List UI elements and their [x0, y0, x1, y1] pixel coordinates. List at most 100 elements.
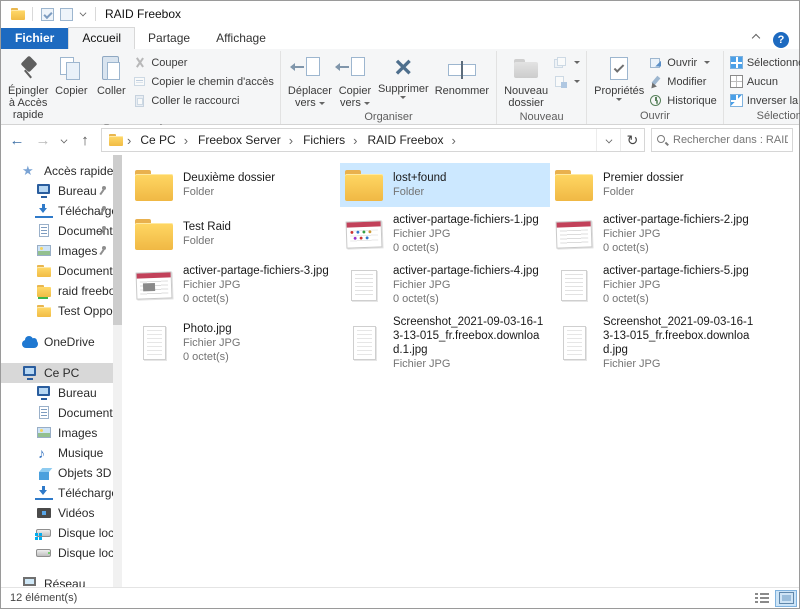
- sidebar-item[interactable]: Vidéos: [1, 503, 113, 523]
- recent-locations-button[interactable]: [57, 129, 71, 151]
- button-label: Propriétés: [594, 85, 644, 97]
- sidebar-item[interactable]: Disque local (D: [1, 543, 113, 563]
- copy-to-icon: [338, 54, 372, 84]
- button-label: Couper: [151, 57, 187, 69]
- sidebar-item[interactable]: Musique: [1, 443, 113, 463]
- file-icon: [135, 219, 173, 250]
- address-history-button[interactable]: [596, 129, 620, 151]
- ribbon-group-clipboard: Épingler à Accès rapide Copier Coller Co…: [1, 51, 281, 124]
- paste-button[interactable]: Coller: [91, 52, 131, 99]
- tab-accueil[interactable]: Accueil: [68, 27, 135, 49]
- sidebar-item[interactable]: Disque local (C: [1, 523, 113, 543]
- button-label: Ouvrir: [667, 57, 697, 69]
- sidebar-item[interactable]: Images: [1, 241, 113, 261]
- new-item-button[interactable]: [551, 54, 582, 71]
- history-button[interactable]: Historique: [647, 92, 719, 109]
- tab-partage[interactable]: Partage: [135, 28, 203, 49]
- rename-button[interactable]: Renommer: [432, 52, 492, 99]
- sidebar-item-icon: [21, 577, 39, 587]
- copy-button[interactable]: Copier: [51, 52, 91, 99]
- qat-customize-chevron-icon[interactable]: [80, 10, 87, 17]
- search-box[interactable]: [651, 128, 793, 152]
- search-input[interactable]: [673, 134, 788, 146]
- edit-button[interactable]: Modifier: [647, 73, 719, 90]
- file-tile[interactable]: activer-partage-fichiers-2.jpg Fichier J…: [550, 210, 760, 258]
- copy-to-button[interactable]: Copier vers: [335, 52, 375, 111]
- sidebar-item[interactable]: Test Oppo Ren: [1, 301, 113, 321]
- file-tile[interactable]: activer-partage-fichiers-4.jpg Fichier J…: [340, 261, 550, 309]
- file-tile[interactable]: Deuxième dossier Folder: [130, 163, 340, 207]
- file-tile[interactable]: Screenshot_2021-09-03-16-13-13-015_fr.fr…: [340, 312, 550, 374]
- sidebar-item[interactable]: Ce PC: [1, 363, 113, 383]
- move-to-icon: [293, 54, 327, 84]
- sidebar-item[interactable]: Bureau: [1, 181, 113, 201]
- paste-shortcut-button[interactable]: Coller le raccourci: [131, 92, 276, 109]
- sidebar-item[interactable]: raid freebox: [1, 281, 113, 301]
- file-icon: [556, 220, 593, 248]
- button-label: Sélectionner tout: [747, 57, 800, 69]
- refresh-button[interactable]: ↻: [620, 129, 644, 151]
- invert-selection-button[interactable]: Inverser la sélection: [728, 92, 800, 109]
- sidebar-scrollbar[interactable]: [113, 155, 122, 587]
- new-folder-button[interactable]: Nouveau dossier: [501, 52, 551, 111]
- sidebar-item[interactable]: Documents: [1, 221, 113, 241]
- sidebar-item-label: Réseau: [44, 577, 85, 587]
- group-label-new: Nouveau: [499, 111, 584, 125]
- file-tile[interactable]: Screenshot_2021-09-03-16-13-13-015_fr.fr…: [550, 312, 760, 374]
- sidebar-item[interactable]: Accès rapide: [1, 161, 113, 181]
- file-size: 0 octet(s): [393, 241, 546, 255]
- minimize-button[interactable]: [664, 1, 709, 27]
- thumbnails-view-button[interactable]: [775, 590, 797, 607]
- properties-button[interactable]: Propriétés: [591, 52, 647, 103]
- select-none-button[interactable]: Aucun: [728, 73, 800, 90]
- file-grid: Deuxième dossier Folder lost+found Folde…: [130, 163, 799, 374]
- sidebar-item[interactable]: Images: [1, 423, 113, 443]
- sidebar-item[interactable]: Réseau: [1, 574, 113, 587]
- forward-button[interactable]: →: [31, 129, 55, 151]
- breadcrumb-item[interactable]: Freebox Server ›: [191, 129, 296, 151]
- sidebar-item[interactable]: Documents: [1, 403, 113, 423]
- file-tile[interactable]: lost+found Folder: [340, 163, 550, 207]
- tab-affichage[interactable]: Affichage: [203, 28, 279, 49]
- help-button[interactable]: ?: [773, 32, 789, 48]
- sidebar-item[interactable]: Objets 3D: [1, 463, 113, 483]
- sidebar-item-icon: [35, 304, 53, 318]
- sidebar-item[interactable]: OneDrive: [1, 332, 113, 352]
- breadcrumb-item[interactable]: Fichiers ›: [296, 129, 360, 151]
- sidebar-item-icon: [35, 284, 53, 298]
- cut-button[interactable]: Couper: [131, 54, 276, 71]
- collapse-ribbon-button[interactable]: [745, 31, 767, 49]
- file-tile[interactable]: activer-partage-fichiers-5.jpg Fichier J…: [550, 261, 760, 309]
- breadcrumb-bar[interactable]: › Ce PC › Freebox Server › Fichiers: [101, 128, 645, 152]
- back-button[interactable]: ←: [5, 129, 29, 151]
- app-folder-icon: [9, 7, 27, 21]
- details-view-button[interactable]: [751, 590, 773, 607]
- delete-button[interactable]: × Supprimer: [375, 52, 432, 101]
- sidebar-item[interactable]: Documents: [1, 261, 113, 281]
- up-button[interactable]: ↑: [73, 129, 97, 151]
- sidebar-item[interactable]: Téléchargemer: [1, 483, 113, 503]
- breadcrumb-item[interactable]: RAID Freebox ›: [360, 129, 458, 151]
- close-button[interactable]: [754, 1, 799, 27]
- qat-properties-icon[interactable]: [41, 8, 54, 21]
- file-tile[interactable]: activer-partage-fichiers-1.jpg Fichier J…: [340, 210, 550, 258]
- open-button[interactable]: Ouvrir: [647, 54, 719, 71]
- copy-path-button[interactable]: Copier le chemin d'accès: [131, 73, 276, 90]
- scrollbar-thumb[interactable]: [113, 155, 122, 325]
- file-tile[interactable]: Premier dossier Folder: [550, 163, 760, 207]
- qat-new-folder-icon[interactable]: [60, 8, 73, 21]
- file-tile[interactable]: Photo.jpg Fichier JPG 0 octet(s): [130, 312, 340, 374]
- breadcrumb-item[interactable]: Ce PC ›: [133, 129, 191, 151]
- move-to-button[interactable]: Déplacer vers: [285, 52, 335, 111]
- tab-fichier[interactable]: Fichier: [1, 28, 68, 49]
- breadcrumb-label: Ce PC: [134, 133, 181, 147]
- file-tile[interactable]: activer-partage-fichiers-3.jpg Fichier J…: [130, 261, 340, 309]
- maximize-button[interactable]: [709, 1, 754, 27]
- file-tile[interactable]: Test Raid Folder: [130, 210, 340, 258]
- file-icon: [136, 271, 173, 299]
- sidebar-item[interactable]: Télécharger: [1, 201, 113, 221]
- sidebar-item[interactable]: Bureau: [1, 383, 113, 403]
- pin-to-quick-access-button[interactable]: Épingler à Accès rapide: [5, 52, 51, 123]
- easy-access-button[interactable]: [551, 73, 582, 90]
- select-all-button[interactable]: Sélectionner tout: [728, 54, 800, 71]
